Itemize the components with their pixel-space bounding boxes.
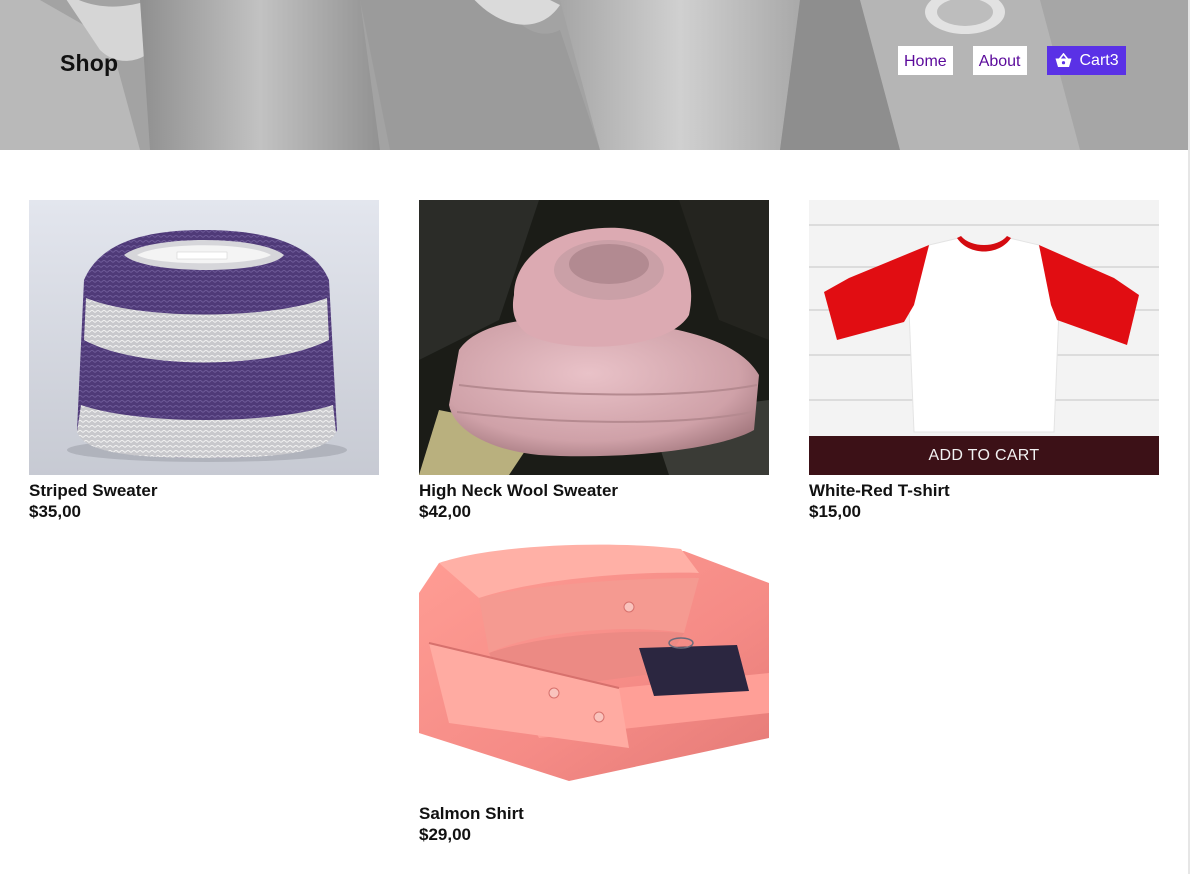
product-price: $29,00 [419,825,471,844]
product-price: $42,00 [419,502,471,521]
product-card[interactable]: ADD TO CART White-Red T-shirt $15,00 [809,200,1159,522]
nav-home-link[interactable]: Home [898,46,953,75]
product-price: $15,00 [809,502,861,521]
hero-banner: Shop Home About Cart 3 [0,0,1188,150]
product-name[interactable]: Salmon Shirt [419,803,769,824]
product-name[interactable]: White-Red T-shirt [809,480,1159,501]
basket-icon [1055,53,1072,68]
shop-logo[interactable]: Shop [60,50,118,77]
main-nav: Home About Cart 3 [898,46,1126,75]
add-to-cart-button[interactable]: ADD TO CART [809,436,1159,475]
cart-count: 3 [1109,52,1119,69]
product-card[interactable]: Salmon Shirt $29,00 [419,523,769,845]
product-name[interactable]: High Neck Wool Sweater [419,480,769,501]
nav-about-link[interactable]: About [972,46,1027,75]
product-card[interactable]: High Neck Wool Sweater $42,00 [419,200,769,522]
product-price: $35,00 [29,502,81,521]
cart-label: Cart [1079,52,1110,69]
product-image[interactable] [29,200,379,475]
product-image[interactable] [419,200,769,475]
product-image[interactable]: ADD TO CART [809,200,1159,475]
product-image[interactable] [419,523,769,798]
cart-button[interactable]: Cart 3 [1046,46,1126,75]
product-name[interactable]: Striped Sweater [29,480,379,501]
product-card[interactable]: Striped Sweater $35,00 [29,200,379,522]
